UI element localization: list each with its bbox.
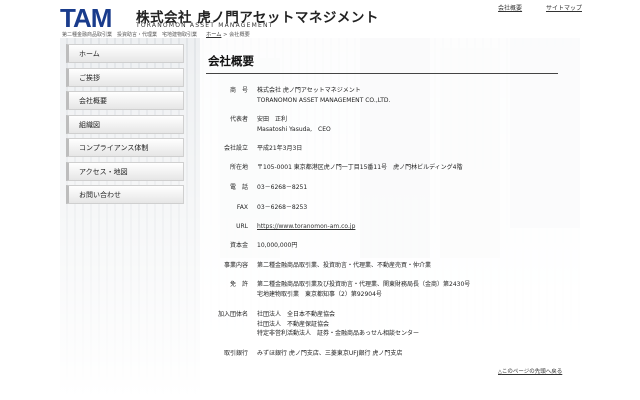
row-value: 〒105-0001 東京都港区虎ノ門一丁目15番11号 虎ノ門林ビルディング4階 bbox=[257, 163, 557, 173]
back-to-top-link[interactable]: △このページの先頭へ戻る bbox=[498, 367, 562, 375]
row-label: 資本金 bbox=[229, 242, 248, 249]
top-link-sitemap[interactable]: サイトマップ bbox=[546, 5, 582, 12]
row-value-line: みずほ銀行 虎ノ門支店、三菱東京UFJ銀行 虎ノ門支店 bbox=[257, 350, 403, 357]
sidebar-item-contact[interactable]: お問い合わせ bbox=[66, 185, 184, 204]
company-name-en: TORANOMON ASSET MANAGEMENT bbox=[136, 22, 274, 29]
row-label: 会社設立 bbox=[223, 145, 248, 152]
registration-line: 第二種金融商品取引業 投資助言・代理業 宅地建物取引業 bbox=[62, 32, 198, 38]
row-value-line: 特定非営利活動法人 証券・金融商品あっせん相談センター bbox=[257, 330, 420, 337]
row-value: 第二種金融商品取引業及び投資助言・代理業、関東財務局長（金商）第2430号 宅地… bbox=[257, 280, 557, 299]
row-label: URL bbox=[236, 223, 248, 230]
page-title: 会社概要 bbox=[208, 54, 254, 68]
row-value: 03－6268－8251 bbox=[257, 183, 557, 193]
row-value-line: 第二種金融商品取引業及び投資助言・代理業、関東財務局長（金商）第2430号 bbox=[257, 281, 471, 288]
row-value: 第二種金融商品取引業、投資助言・代理業、不動産売買・仲介業 bbox=[257, 261, 557, 271]
row-label: FAX bbox=[236, 204, 248, 211]
row-value-line: 03－6268－8251 bbox=[257, 184, 308, 191]
row-value-line: 10,000,000円 bbox=[257, 242, 298, 249]
row-label: 電 話 bbox=[229, 184, 248, 191]
breadcrumb: ホーム > 会社概要 bbox=[206, 31, 250, 38]
row-label: 加入団体名 bbox=[217, 311, 248, 318]
sidebar-item-compliance[interactable]: コンプライアンス体制 bbox=[66, 138, 184, 157]
sidebar-item-access[interactable]: アクセス・地図 bbox=[66, 161, 184, 181]
logo-mark[interactable]: TAM bbox=[60, 3, 132, 33]
row-value-line: 社団法人 不動産保証協会 bbox=[257, 320, 330, 328]
row-value: 社団法人 全日本不動産協会 社団法人 不動産保証協会 特定非営利活動法人 証券・… bbox=[257, 310, 557, 339]
row-value: 安田 正利 Masatoshi Yasuda, CEO bbox=[257, 115, 557, 134]
row-label: 事業内容 bbox=[223, 262, 248, 269]
row-value: 株式会社 虎ノ門アセットマネジメント TORANOMON ASSET MANAG… bbox=[257, 86, 557, 105]
title-divider bbox=[206, 73, 558, 74]
back-to-top-label: このページの先頭へ戻る bbox=[501, 369, 563, 375]
sidebar-item-org-chart[interactable]: 組織図 bbox=[66, 114, 184, 134]
top-link-company[interactable]: 会社概要 bbox=[498, 5, 522, 12]
company-url-link[interactable]: https://www.toranomon-am.co.jp bbox=[257, 223, 355, 230]
row-value: https://www.toranomon-am.co.jp bbox=[257, 222, 557, 232]
row-value-line: 株式会社 虎ノ門アセットマネジメント bbox=[257, 87, 361, 94]
row-value-line: 社団法人 全日本不動産協会 bbox=[257, 311, 336, 318]
sidebar-item-home[interactable]: ホーム bbox=[66, 44, 184, 63]
row-value: 平成21年3月3日 bbox=[257, 144, 557, 154]
row-label: 代表者 bbox=[229, 116, 248, 123]
sidebar-item-greeting[interactable]: ご挨拶 bbox=[66, 67, 184, 87]
row-label: 取引銀行 bbox=[223, 350, 248, 357]
row-value-line: Masatoshi Yasuda, CEO bbox=[257, 125, 331, 133]
row-value-line: 03－6268－8253 bbox=[257, 204, 308, 211]
row-value-line: 安田 正利 bbox=[257, 116, 288, 123]
row-value-line: 平成21年3月3日 bbox=[257, 145, 303, 152]
row-value-line: 宅地建物取引業 東京都知事（2）第92904号 bbox=[257, 290, 382, 298]
row-value: みずほ銀行 虎ノ門支店、三菱東京UFJ銀行 虎ノ門支店 bbox=[257, 349, 557, 359]
row-label: 商 号 bbox=[229, 87, 248, 94]
row-label: 所在地 bbox=[229, 164, 248, 171]
logo-mark-text: TAM bbox=[60, 3, 112, 33]
row-value: 03－6268－8253 bbox=[257, 203, 557, 213]
row-value: 10,000,000円 bbox=[257, 241, 557, 251]
top-links: 会社概要 サイトマップ bbox=[476, 3, 582, 12]
row-value-line: TORANOMON ASSET MANAGEMENT CO.,LTD. bbox=[257, 96, 391, 104]
site-header: TAM 株式会社 虎ノ門アセットマネジメント TORANOMON ASSET M… bbox=[0, 0, 640, 40]
row-value-line: 〒105-0001 東京都港区虎ノ門一丁目15番11号 虎ノ門林ビルディング4階 bbox=[257, 164, 463, 171]
row-label: 免 許 bbox=[229, 281, 248, 288]
sidebar-item-company[interactable]: 会社概要 bbox=[66, 91, 184, 110]
row-value-line: 第二種金融商品取引業、投資助言・代理業、不動産売買・仲介業 bbox=[257, 262, 432, 269]
sidebar-nav: ホーム ご挨拶 会社概要 組織図 コンプライアンス体制 アクセス・地図 お問い合… bbox=[66, 44, 184, 209]
